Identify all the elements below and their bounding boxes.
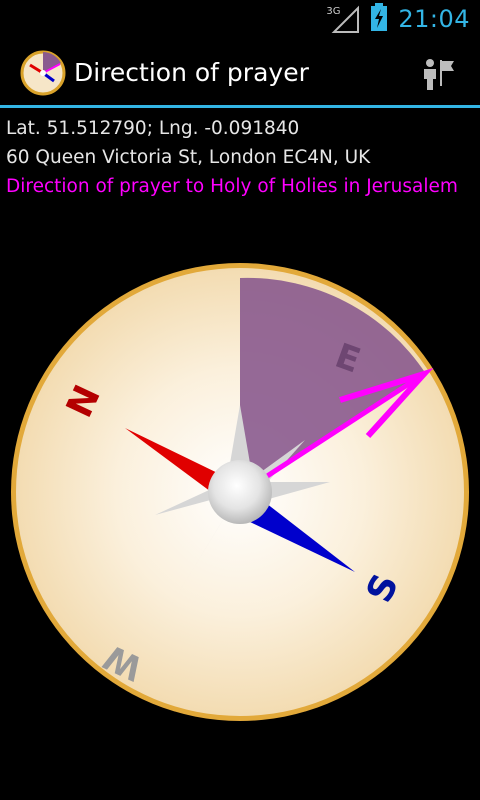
status-bar: 3G 21:04 — [0, 0, 480, 38]
address-text: 60 Queen Victoria St, London EC4N, UK — [6, 147, 371, 168]
compass: E N S W — [0, 260, 480, 740]
app-compass-icon[interactable] — [20, 50, 66, 96]
battery-icon — [370, 3, 388, 35]
signal-icon: 3G — [326, 4, 360, 34]
compass-hub — [208, 460, 272, 524]
app-title: Direction of prayer — [74, 58, 309, 87]
action-bar-divider — [0, 105, 480, 108]
person-flag-icon[interactable] — [416, 52, 460, 96]
action-bar: Direction of prayer — [0, 38, 480, 108]
network-type: 3G — [326, 6, 341, 17]
prayer-direction-text: Direction of prayer to Holy of Holies in… — [6, 176, 458, 197]
coordinates-text: Lat. 51.512790; Lng. -0.091840 — [6, 118, 300, 139]
location-info: Lat. 51.512790; Lng. -0.091840 60 Queen … — [6, 114, 476, 201]
status-clock: 21:04 — [398, 5, 470, 33]
